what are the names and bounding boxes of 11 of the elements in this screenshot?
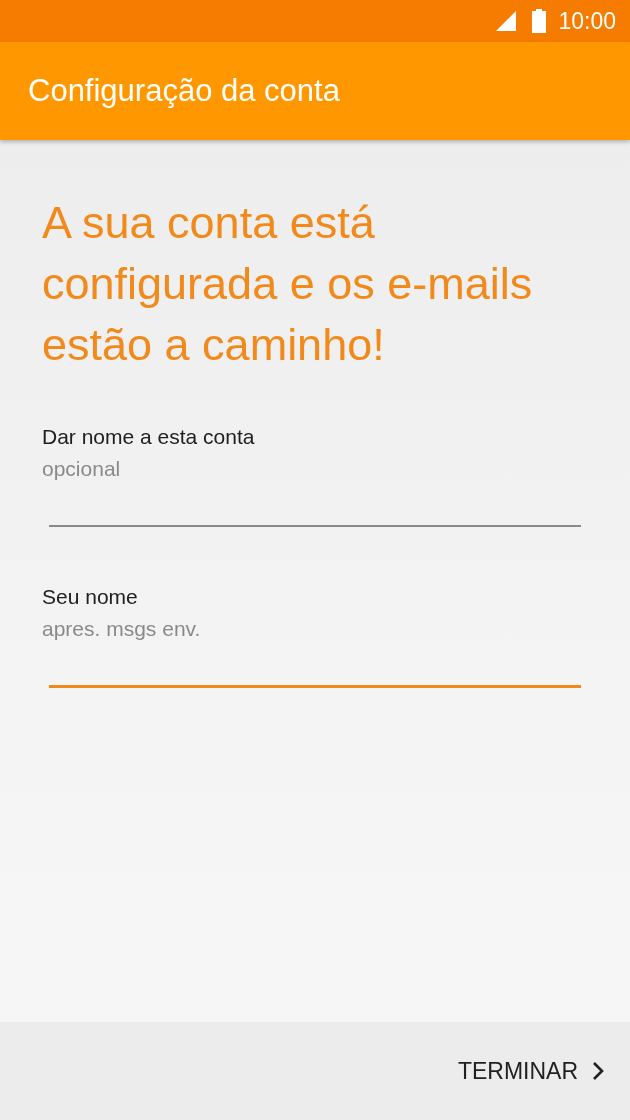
field-label: Dar nome a esta conta [42, 424, 256, 450]
finish-button[interactable]: TERMINAR [449, 1049, 612, 1093]
headline: A sua conta está configurada e os e-mails estão a caminho! [42, 196, 534, 372]
chevron-icon [592, 1061, 604, 1081]
field-hint: opcional [42, 456, 122, 482]
signal-icon [494, 9, 519, 33]
field-label: Seu nome [42, 584, 139, 610]
app-bar-title: Configuração da conta [28, 73, 340, 109]
status-time: 10:00 [558, 7, 616, 35]
field-hint: apres. msgs env. [42, 616, 202, 642]
battery-icon [532, 9, 547, 33]
